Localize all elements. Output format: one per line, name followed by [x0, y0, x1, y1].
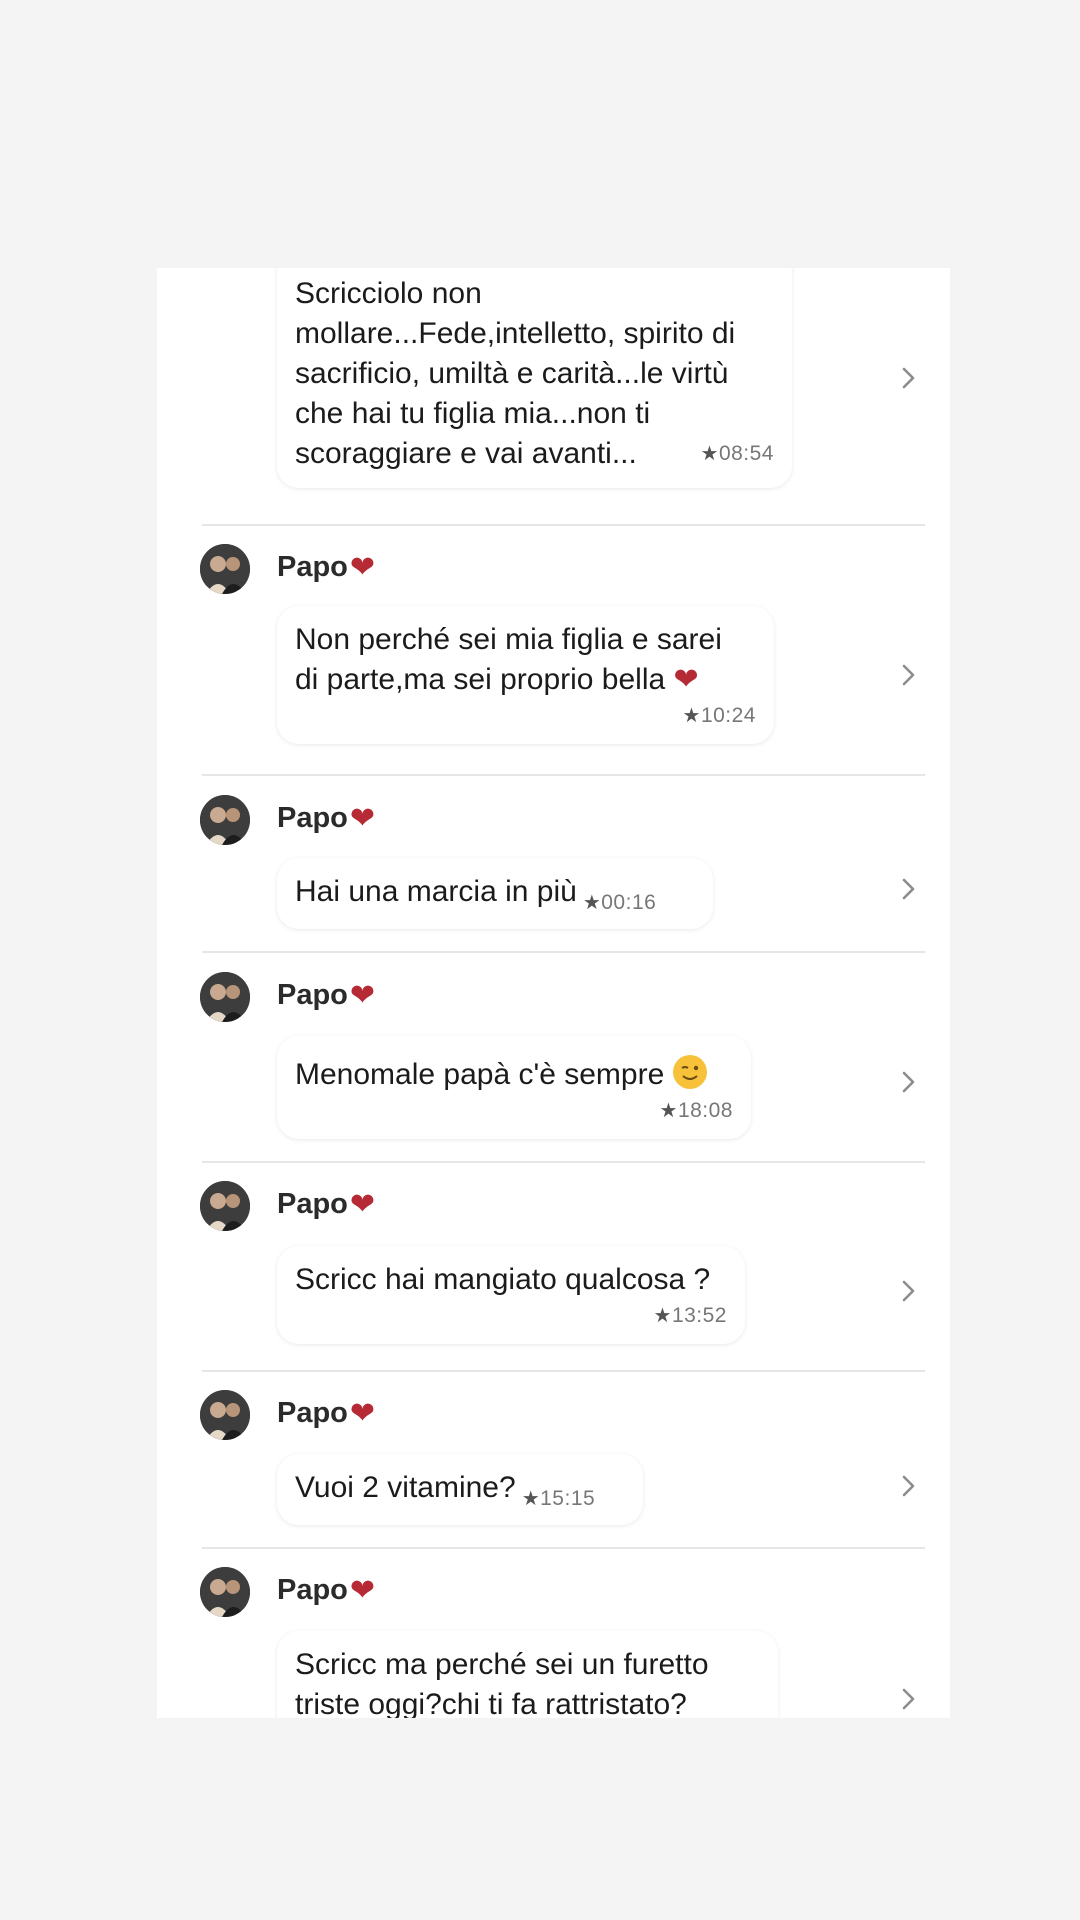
red-heart-emoji: ❤ — [673, 663, 699, 696]
message-text: Vuoi 2 vitamine? — [295, 1471, 516, 1504]
message-bubble[interactable]: Hai una marcia in più ★00:16 — [277, 858, 713, 929]
star-icon: ★ — [521, 1488, 541, 1510]
avatar[interactable] — [200, 795, 250, 845]
sender-name: Papo ❤ — [277, 1187, 376, 1221]
message-bubble[interactable]: Menomale papà c'è sempre ★18:08 — [277, 1036, 751, 1139]
chevron-right-icon[interactable] — [895, 1686, 921, 1712]
starred-messages-panel: Scricciolo non mollare...Fede,intelletto… — [157, 268, 950, 1718]
sender-name: Papo ❤ — [277, 1396, 376, 1430]
star-icon: ★ — [682, 705, 701, 727]
avatar[interactable] — [200, 1567, 250, 1617]
divider — [202, 1370, 925, 1372]
message-text: Menomale papà c'è sempre — [295, 1050, 733, 1095]
message-bubble[interactable]: Vuoi 2 vitamine? ★15:15 — [277, 1454, 643, 1525]
chevron-right-icon[interactable] — [895, 1069, 921, 1095]
message-text: Scricc hai mangiato qualcosa ? — [295, 1263, 711, 1296]
divider — [202, 1547, 925, 1549]
sender-name: Papo ❤ — [277, 1573, 376, 1607]
message-text: Scricciolo non mollare...Fede,intelletto… — [295, 274, 774, 474]
chevron-right-icon[interactable] — [895, 365, 921, 391]
chevron-right-icon[interactable] — [895, 1473, 921, 1499]
avatar[interactable] — [200, 544, 250, 594]
message-timestamp: ★15:15 — [521, 1487, 596, 1510]
red-heart-emoji: ❤ — [349, 1187, 376, 1221]
winking-face-emoji — [672, 1055, 707, 1089]
chevron-right-icon[interactable] — [895, 1278, 921, 1304]
red-heart-emoji: ❤ — [349, 1573, 376, 1607]
divider — [202, 524, 925, 526]
red-heart-emoji: ❤ — [349, 550, 376, 584]
star-icon: ★ — [659, 1100, 678, 1122]
red-heart-emoji: ❤ — [349, 978, 376, 1012]
message-bubble[interactable]: Non perché sei mia figlia e sarei di par… — [277, 606, 774, 744]
message-text: Hai una marcia in più — [295, 875, 577, 908]
divider — [202, 1161, 925, 1163]
chevron-right-icon[interactable] — [895, 662, 921, 688]
message-timestamp: ★13:52 — [653, 1304, 727, 1327]
message-timestamp: ★18:08 — [659, 1099, 733, 1122]
message-bubble[interactable]: Scricc hai mangiato qualcosa ? ★13:52 — [277, 1246, 745, 1344]
sender-name: Papo ❤ — [277, 801, 376, 835]
message-text: Scricc ma perché sei un furetto triste o… — [295, 1648, 709, 1718]
sender-name: Papo ❤ — [277, 550, 376, 584]
message-timestamp: ★00:16 — [582, 891, 657, 914]
avatar[interactable] — [200, 972, 250, 1022]
avatar[interactable] — [200, 1390, 250, 1440]
avatar[interactable] — [200, 1181, 250, 1231]
star-icon: ★ — [700, 443, 719, 465]
sender-name: Papo ❤ — [277, 978, 376, 1012]
star-icon: ★ — [582, 892, 602, 914]
divider — [202, 951, 925, 953]
red-heart-emoji: ❤ — [349, 1396, 376, 1430]
message-bubble[interactable]: Scricc ma perché sei un furetto triste o… — [277, 1631, 778, 1718]
divider — [202, 774, 925, 776]
message-timestamp: ★10:24 — [682, 704, 756, 727]
red-heart-emoji: ❤ — [349, 801, 376, 835]
chevron-right-icon[interactable] — [895, 876, 921, 902]
message-text: Non perché sei mia figlia e sarei di par… — [295, 623, 722, 696]
star-icon: ★ — [653, 1305, 672, 1327]
message-bubble[interactable]: Scricciolo non mollare...Fede,intelletto… — [277, 268, 792, 488]
message-timestamp: ★08:54 — [700, 442, 774, 465]
